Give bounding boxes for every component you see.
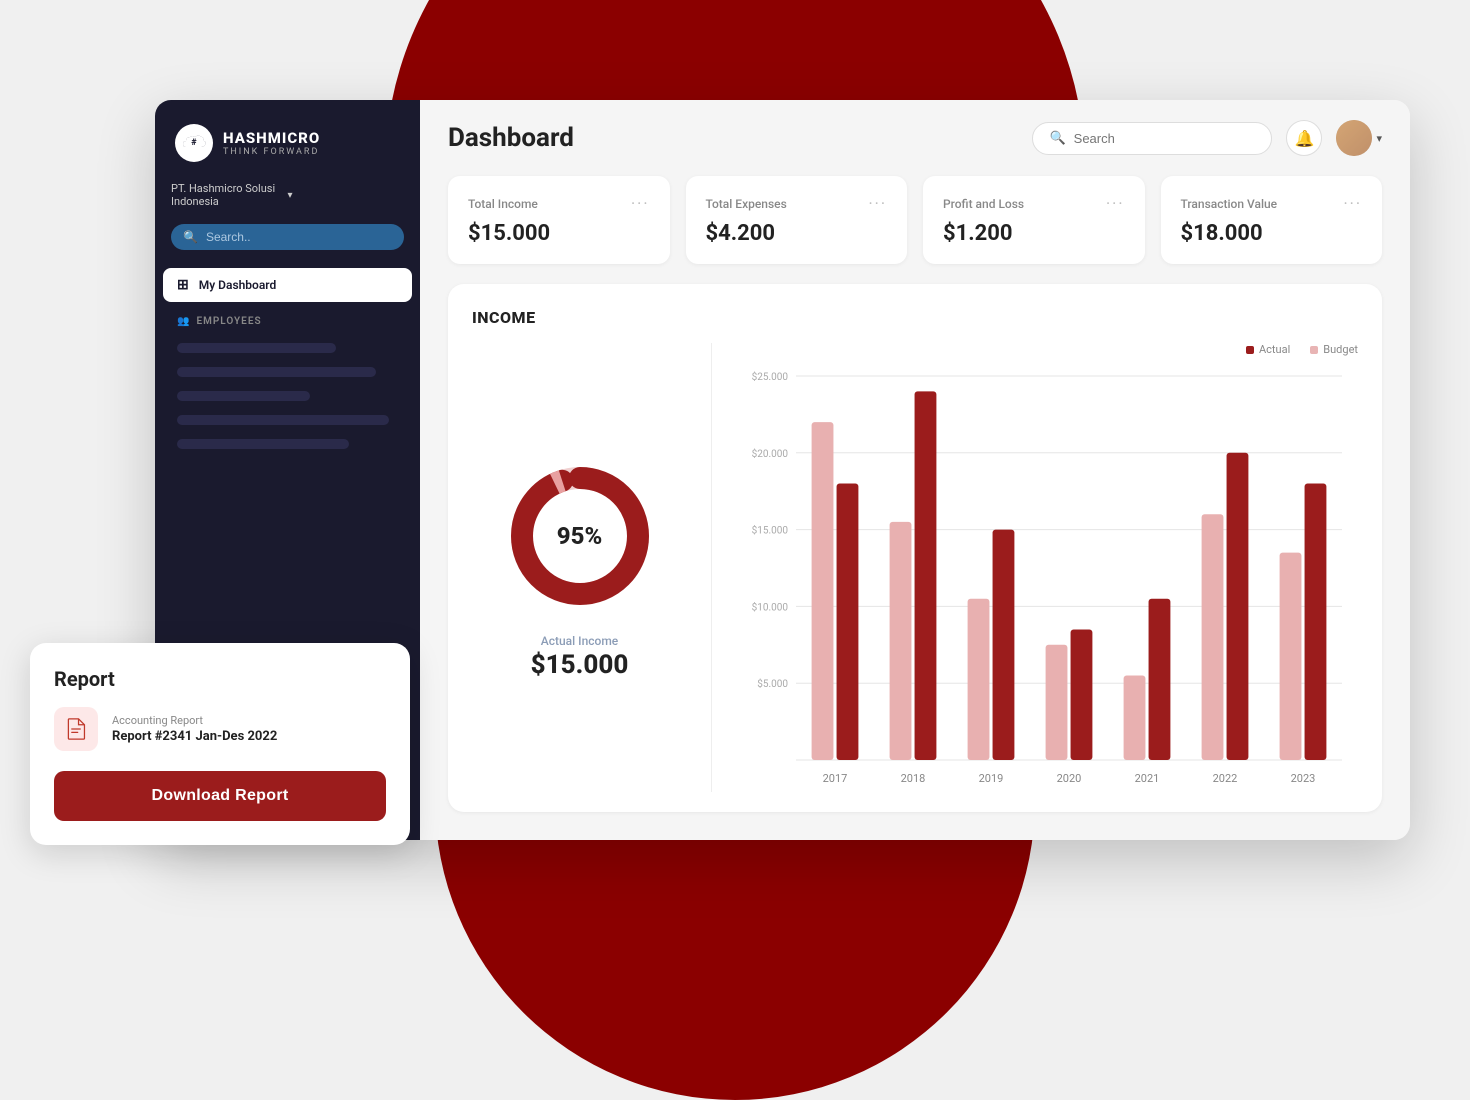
legend-budget: Budget bbox=[1310, 343, 1358, 356]
svg-text:2022: 2022 bbox=[1213, 772, 1238, 785]
metric-header-profit: Profit and Loss ··· bbox=[943, 194, 1125, 213]
sidebar-search-icon: 🔍 bbox=[183, 230, 198, 244]
user-avatar bbox=[1336, 120, 1372, 156]
chart-legend: Actual Budget bbox=[736, 343, 1358, 356]
sidebar-skeleton-2 bbox=[177, 367, 376, 377]
file-icon-svg bbox=[65, 718, 87, 740]
metric-more-profit[interactable]: ··· bbox=[1106, 194, 1125, 213]
brand-name: HASHMICRO bbox=[223, 129, 320, 147]
header-right: 🔍 🔔 ▾ bbox=[1032, 120, 1382, 156]
download-report-button[interactable]: Download Report bbox=[54, 771, 386, 821]
company-name: PT. Hashmicro Solusi Indonesia bbox=[171, 182, 288, 208]
sidebar-search-container[interactable]: 🔍 bbox=[171, 224, 404, 250]
sidebar-item-dashboard[interactable]: ⊞ My Dashboard bbox=[163, 268, 412, 302]
global-search-bar[interactable]: 🔍 bbox=[1032, 122, 1272, 155]
metric-label-expenses: Total Expenses bbox=[706, 197, 787, 211]
svg-text:$25.000: $25.000 bbox=[752, 370, 789, 383]
metric-card-income: Total Income ··· $15.000 bbox=[448, 176, 670, 264]
sidebar-skeleton-3 bbox=[177, 391, 310, 401]
donut-chart: 95% bbox=[500, 456, 660, 616]
section-label: EMPLOYEES bbox=[196, 316, 261, 327]
report-item: Accounting Report Report #2341 Jan-Des 2… bbox=[54, 707, 386, 751]
user-dropdown[interactable]: ▾ bbox=[1336, 120, 1382, 156]
svg-text:#: # bbox=[191, 138, 197, 148]
legend-label-budget: Budget bbox=[1323, 343, 1358, 356]
user-chevron-icon: ▾ bbox=[1376, 132, 1382, 145]
income-section: INCOME bbox=[448, 284, 1382, 812]
metric-header-expenses: Total Expenses ··· bbox=[706, 194, 888, 213]
header: Dashboard 🔍 🔔 ▾ bbox=[420, 100, 1410, 176]
metrics-row: Total Income ··· $15.000 Total Expenses … bbox=[420, 176, 1410, 284]
sidebar-skeleton-5 bbox=[177, 439, 349, 449]
legend-dot-budget bbox=[1310, 346, 1318, 354]
metric-value-expenses: $4.200 bbox=[706, 221, 888, 246]
report-file-icon bbox=[54, 707, 98, 751]
sidebar-search-input[interactable] bbox=[206, 230, 392, 244]
company-chevron-icon: ▾ bbox=[288, 190, 405, 201]
metric-label-income: Total Income bbox=[468, 197, 538, 211]
metric-label-transaction: Transaction Value bbox=[1181, 197, 1278, 211]
brand-tagline: THINK FORWARD bbox=[223, 147, 320, 157]
bar-chart-svg: $5.000 $10.000 $15.000 $20.000 $25.000 2017 20… bbox=[736, 364, 1358, 792]
sidebar-skeleton-1 bbox=[177, 343, 336, 353]
metric-value-income: $15.000 bbox=[468, 221, 650, 246]
svg-text:2023: 2023 bbox=[1291, 772, 1316, 785]
global-search-input[interactable] bbox=[1074, 131, 1256, 146]
metric-more-transaction[interactable]: ··· bbox=[1343, 194, 1362, 213]
svg-text:2019: 2019 bbox=[979, 772, 1004, 785]
metric-value-profit: $1.200 bbox=[943, 221, 1125, 246]
sidebar-skeleton-4 bbox=[177, 415, 389, 425]
donut-area: 95% Actual Income $15.000 bbox=[472, 343, 712, 792]
sidebar-item-label: My Dashboard bbox=[199, 278, 277, 292]
income-body: 95% Actual Income $15.000 Actual bbox=[472, 343, 1358, 792]
donut-percent: 95% bbox=[557, 522, 602, 550]
search-icon: 🔍 bbox=[1049, 131, 1065, 146]
logo-text: HASHMICRO THINK FORWARD bbox=[223, 129, 320, 157]
svg-text:2017: 2017 bbox=[823, 772, 848, 785]
svg-text:$20.000: $20.000 bbox=[752, 447, 789, 460]
actual-income-value: $15.000 bbox=[531, 650, 629, 680]
svg-text:$5.000: $5.000 bbox=[757, 677, 788, 690]
metric-more-expenses[interactable]: ··· bbox=[868, 194, 887, 213]
actual-income-label: Actual Income bbox=[541, 634, 618, 648]
report-popup-title: Report bbox=[54, 667, 386, 691]
report-popup: Report Accounting Report Report #2341 Ja… bbox=[30, 643, 410, 845]
legend-actual: Actual bbox=[1246, 343, 1290, 356]
company-selector[interactable]: PT. Hashmicro Solusi Indonesia ▾ bbox=[171, 182, 404, 208]
bar-chart-grid: $5.000 $10.000 $15.000 $20.000 $25.000 2017 20… bbox=[736, 364, 1358, 792]
svg-text:2018: 2018 bbox=[901, 772, 926, 785]
notification-button[interactable]: 🔔 bbox=[1286, 120, 1322, 156]
page-title: Dashboard bbox=[448, 123, 574, 153]
svg-text:2021: 2021 bbox=[1135, 772, 1160, 785]
report-info: Accounting Report Report #2341 Jan-Des 2… bbox=[112, 714, 386, 744]
donut-center: 95% bbox=[557, 522, 602, 550]
svg-text:$10.000: $10.000 bbox=[752, 600, 789, 613]
metric-card-expenses: Total Expenses ··· $4.200 bbox=[686, 176, 908, 264]
dashboard-icon: ⊞ bbox=[177, 277, 189, 293]
metric-card-transaction: Transaction Value ··· $18.000 bbox=[1161, 176, 1383, 264]
bar-chart-area: Actual Budget $5.000 $10.000 $15.000 $20.00… bbox=[712, 343, 1358, 792]
employees-icon: 👥 bbox=[177, 316, 190, 327]
metric-card-profit: Profit and Loss ··· $1.200 bbox=[923, 176, 1145, 264]
report-file-type: Accounting Report bbox=[112, 714, 386, 727]
legend-dot-actual bbox=[1246, 346, 1254, 354]
income-title: INCOME bbox=[472, 308, 1358, 327]
report-file-name: Report #2341 Jan-Des 2022 bbox=[112, 729, 386, 744]
sidebar-section-employees: 👥 EMPLOYEES bbox=[155, 304, 420, 333]
metric-more-income[interactable]: ··· bbox=[631, 194, 650, 213]
notification-icon: 🔔 bbox=[1295, 129, 1315, 148]
main-content: Dashboard 🔍 🔔 ▾ bbox=[420, 100, 1410, 840]
metric-header-income: Total Income ··· bbox=[468, 194, 650, 213]
metric-header-transaction: Transaction Value ··· bbox=[1181, 194, 1363, 213]
svg-text:$15.000: $15.000 bbox=[752, 524, 789, 537]
logo-icon: # bbox=[175, 124, 213, 162]
avatar-image bbox=[1336, 120, 1372, 156]
sidebar-logo: # HASHMICRO THINK FORWARD bbox=[155, 100, 420, 182]
metric-value-transaction: $18.000 bbox=[1181, 221, 1363, 246]
metric-label-profit: Profit and Loss bbox=[943, 197, 1024, 211]
svg-text:2020: 2020 bbox=[1057, 772, 1082, 785]
legend-label-actual: Actual bbox=[1259, 343, 1290, 356]
